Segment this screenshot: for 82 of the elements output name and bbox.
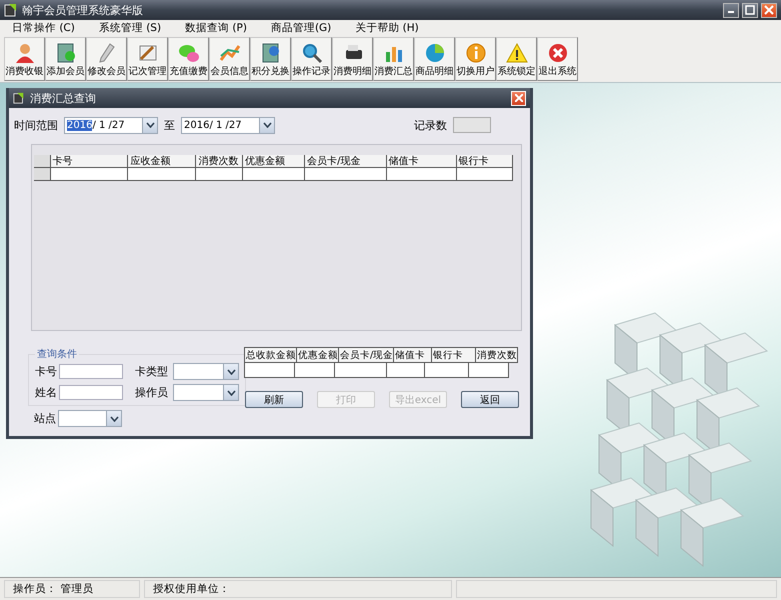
close-icon: [764, 5, 774, 15]
header-corner-cell: [34, 155, 51, 168]
column-header: 银行卡: [432, 348, 476, 363]
table-cell: [335, 363, 387, 378]
menu-item[interactable]: 系统管理 (S): [98, 21, 162, 35]
column-header: 优惠金额: [297, 348, 339, 363]
chat-bubble-icon: [178, 42, 200, 64]
toolbar-button[interactable]: 商品明细: [414, 37, 455, 81]
toolbar-button[interactable]: 充值缴费: [168, 37, 209, 81]
field-label: 卡号: [35, 364, 58, 379]
close-button[interactable]: [761, 2, 777, 18]
field-label: 记录数: [414, 118, 447, 132]
book-plus-icon: [54, 42, 76, 64]
magnifier-icon: [300, 42, 322, 64]
person-icon: [14, 42, 36, 64]
field-label: 姓名: [35, 385, 58, 400]
menu-item[interactable]: 商品管理(G): [270, 21, 332, 35]
column-header[interactable]: 储值卡: [386, 155, 457, 168]
column-header[interactable]: 会员卡/现金: [305, 155, 387, 168]
table-cell: [456, 168, 513, 181]
toolbar-button[interactable]: 操作记录: [291, 37, 332, 81]
column-header[interactable]: 银行卡: [456, 155, 513, 168]
toolbar-button[interactable]: 消费收银: [4, 37, 45, 81]
card-number-field[interactable]: [59, 364, 123, 379]
book-icon: [260, 42, 282, 64]
close-icon: [546, 42, 568, 64]
column-header: 消费次数: [476, 348, 518, 363]
column-header[interactable]: 消费次数: [196, 155, 243, 168]
field-label: 至: [164, 118, 175, 132]
toolbar-button[interactable]: 修改会员: [86, 37, 127, 81]
column-header: 会员卡/现金: [339, 348, 394, 363]
app-icon: [13, 92, 25, 104]
field-label: 站点: [34, 411, 57, 426]
window-title: 翰宇会员管理系统豪华版: [22, 2, 143, 18]
toolbar-button[interactable]: 切换用户: [455, 37, 496, 81]
date-picker[interactable]: 2016/ 1 /27: [64, 116, 158, 134]
column-header[interactable]: 应收金额: [128, 155, 196, 168]
warning-icon: [506, 42, 528, 64]
table-cell: [425, 363, 469, 378]
toolbar-button[interactable]: 退出系统: [537, 37, 578, 81]
row-selector[interactable]: [34, 168, 51, 181]
maximize-button[interactable]: [742, 2, 758, 18]
table-cell: [386, 168, 457, 181]
table-cell: [295, 363, 335, 378]
field-label: 操作员: [135, 385, 169, 400]
toolbar-button[interactable]: 会员信息: [209, 37, 250, 81]
action-button[interactable]: 返回: [461, 391, 519, 408]
column-header: 总收款金额: [245, 348, 297, 363]
minimize-button[interactable]: [723, 2, 739, 18]
table-cell: [196, 168, 243, 181]
column-header[interactable]: 卡号: [50, 155, 128, 168]
name-field[interactable]: [59, 385, 123, 400]
toolbar-button[interactable]: 系统锁定: [496, 37, 537, 81]
field-label: 卡类型: [135, 364, 169, 379]
table-cell: [242, 168, 306, 181]
record-count-field: [453, 117, 491, 133]
table-cell: [128, 168, 196, 181]
field-label: 时间范围: [14, 118, 58, 132]
dialog-title: 消费汇总查询: [30, 90, 96, 106]
maximize-icon: [745, 5, 755, 15]
info-icon: [464, 42, 486, 64]
close-icon: [514, 94, 522, 102]
status-text: 操作员： 管理员: [4, 580, 140, 598]
column-header: 储值卡: [394, 348, 432, 363]
menu-item[interactable]: 关于帮助 (H): [355, 21, 419, 35]
toolbar-button[interactable]: 消费明细: [332, 37, 373, 81]
menu-item[interactable]: 日常操作 (C): [12, 21, 75, 35]
menu-item[interactable]: 数据查询 (P): [185, 21, 247, 35]
chart-icon: [218, 42, 240, 64]
app-icon: [4, 3, 18, 17]
toolbar-button[interactable]: 消费汇总: [373, 37, 414, 81]
action-button[interactable]: 刷新: [245, 391, 303, 408]
status-text: 授权使用单位：: [144, 580, 452, 598]
pie-chart-icon: [424, 42, 446, 64]
table-cell: [469, 363, 509, 378]
column-header[interactable]: 优惠金额: [242, 155, 306, 168]
toolbar-button[interactable]: 积分兑换: [250, 37, 291, 81]
date-picker[interactable]: 2016/ 1 /27: [181, 116, 275, 134]
table-cell: [387, 363, 425, 378]
toolbar-button[interactable]: 记次管理: [127, 37, 168, 81]
toolbar-button[interactable]: 添加会员: [45, 37, 86, 81]
group-title: 查询条件: [36, 348, 78, 361]
